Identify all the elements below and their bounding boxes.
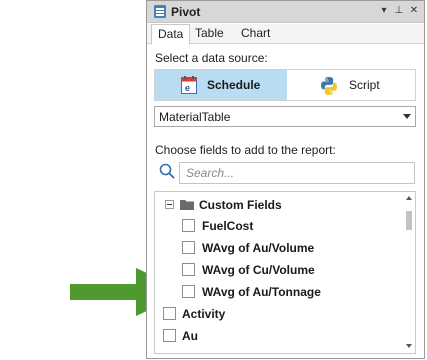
tree-item-label: Activity (182, 307, 226, 321)
tree-item-au[interactable]: Au (155, 326, 403, 346)
tree-item-label: Au (182, 329, 198, 343)
search-field[interactable] (179, 162, 415, 184)
tree-item-label: WAvg of Au/Tonnage (202, 285, 321, 299)
fields-label: Choose fields to add to the report: (155, 143, 336, 157)
tree-item-wavg-au-tonnage[interactable]: WAvg of Au/Tonnage (155, 282, 403, 302)
tree-folder-custom-fields[interactable]: Custom Fields (155, 195, 403, 215)
title-bar: Pivot ▾ ⊥ ✕ (147, 1, 424, 23)
script-label: Script (349, 78, 380, 92)
tree-item-activity[interactable]: Activity (155, 304, 403, 324)
script-button[interactable]: Script (287, 70, 415, 100)
tab-data[interactable]: Data (151, 24, 191, 45)
tree-scrollbar[interactable] (403, 192, 415, 353)
python-icon (319, 76, 339, 99)
field-checkbox[interactable] (182, 241, 195, 254)
tree-item-label: FuelCost (202, 219, 254, 233)
table-select[interactable]: MaterialTable (154, 106, 416, 127)
scroll-down-icon[interactable] (406, 344, 412, 348)
field-checkbox[interactable] (182, 219, 195, 232)
close-button[interactable]: ✕ (408, 4, 420, 18)
scroll-thumb[interactable] (406, 211, 412, 230)
pivot-icon (154, 5, 166, 18)
scroll-up-icon[interactable] (406, 196, 412, 200)
window-menu-dropdown[interactable]: ▾ (378, 4, 390, 18)
tree-item-wavg-cu-volume[interactable]: WAvg of Cu/Volume (155, 260, 403, 280)
collapse-icon[interactable] (165, 200, 174, 209)
schedule-button[interactable]: e Schedule (155, 70, 287, 100)
data-source-label: Select a data source: (155, 51, 268, 65)
folder-icon (180, 199, 194, 210)
pivot-panel: Pivot ▾ ⊥ ✕ Data Table Chart Select a da… (146, 0, 425, 359)
tree-item-wavg-au-volume[interactable]: WAvg of Au/Volume (155, 238, 403, 258)
chevron-down-icon (403, 114, 411, 119)
fields-tree: Custom Fields FuelCost WAvg of Au/Volume… (154, 191, 416, 354)
schedule-icon: e (181, 76, 197, 97)
schedule-label: Schedule (207, 78, 261, 92)
field-checkbox[interactable] (163, 307, 176, 320)
field-checkbox[interactable] (182, 285, 195, 298)
svg-text:e: e (185, 83, 190, 93)
window-title: Pivot (171, 5, 201, 19)
field-checkbox[interactable] (163, 329, 176, 342)
search-icon (159, 163, 175, 179)
tab-chart[interactable]: Chart (235, 24, 276, 44)
tree-item-fuelcost[interactable]: FuelCost (155, 216, 403, 236)
search-input[interactable] (180, 163, 414, 183)
tab-strip: Data Table Chart (147, 24, 424, 45)
pin-icon[interactable]: ⊥ (393, 4, 405, 18)
tab-table[interactable]: Table (189, 24, 230, 44)
tree-item-label: Custom Fields (199, 198, 282, 212)
tree-item-label: WAvg of Cu/Volume (202, 263, 315, 277)
field-checkbox[interactable] (182, 263, 195, 276)
tree-item-label: WAvg of Au/Volume (202, 241, 315, 255)
data-source-toggle: e Schedule Script (154, 69, 416, 101)
table-select-value: MaterialTable (159, 110, 231, 124)
